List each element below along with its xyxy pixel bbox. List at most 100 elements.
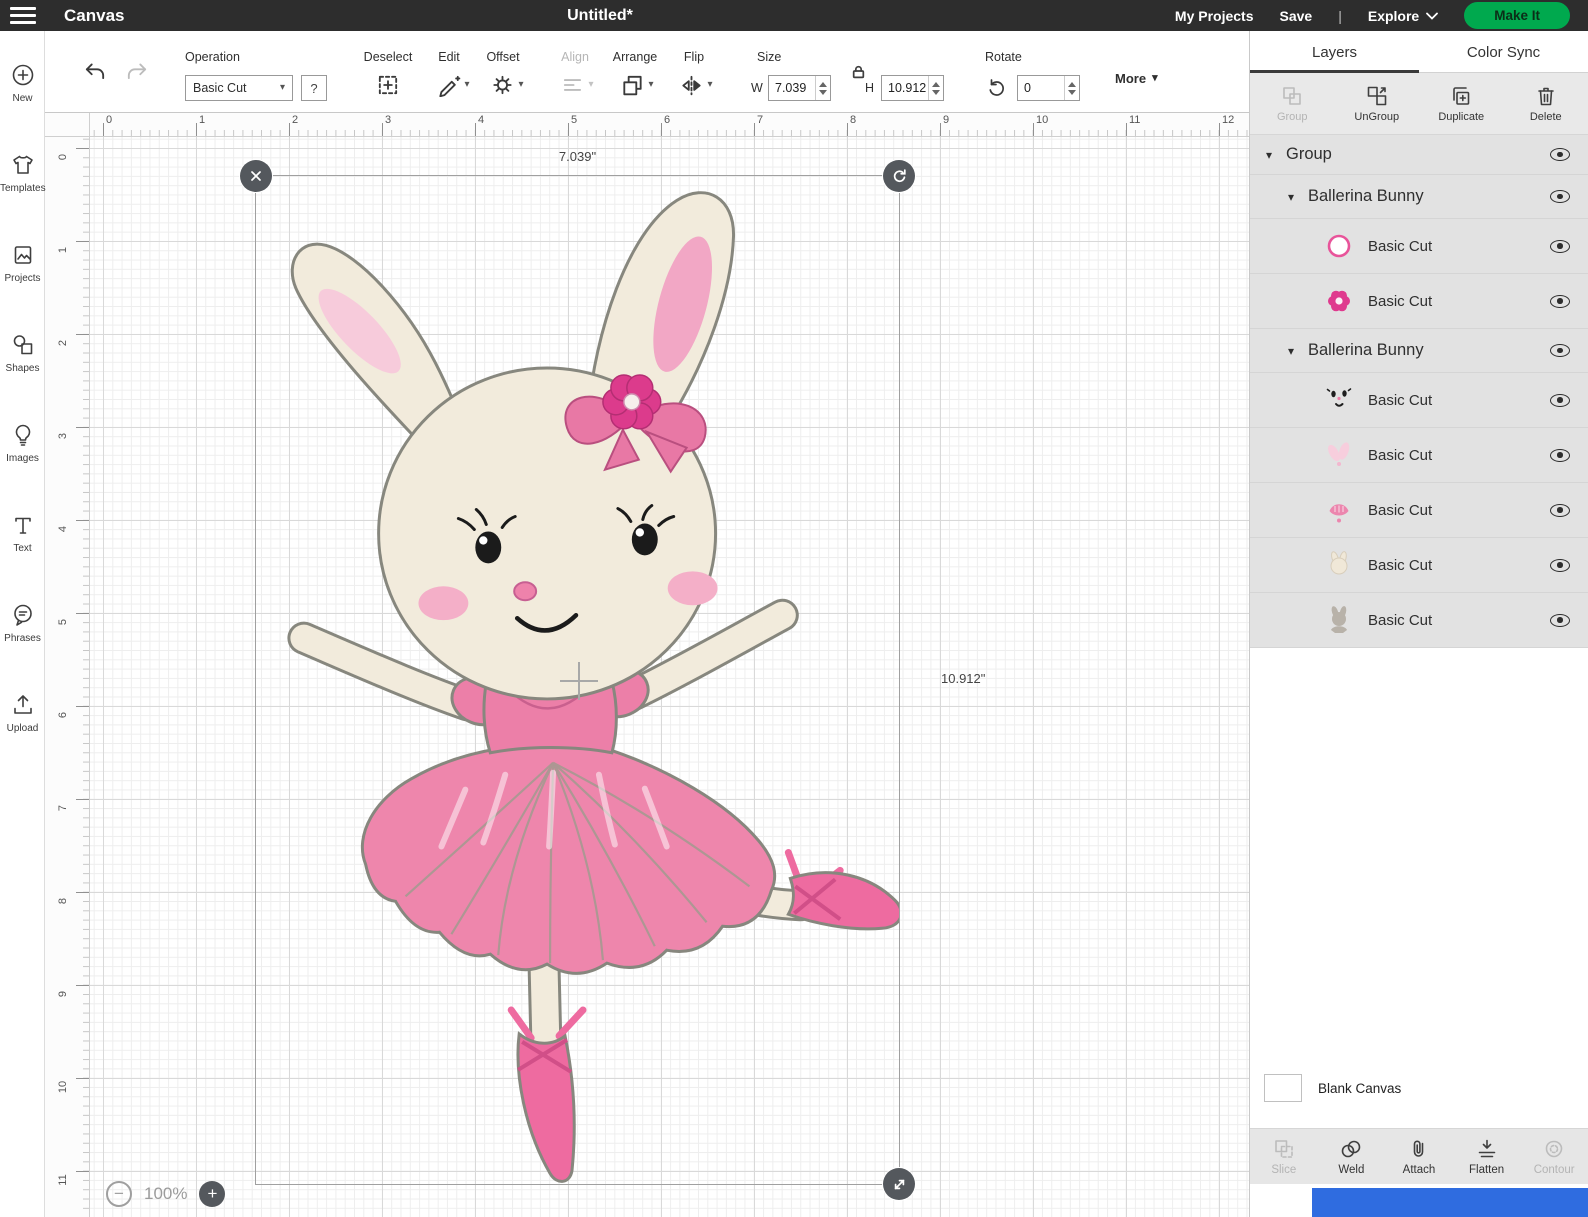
zoom-control: − 100% + (106, 1181, 226, 1207)
operation-select[interactable]: Basic Cut ▾ (185, 75, 293, 101)
align-button[interactable]: ▾ (560, 73, 594, 97)
ruler-label: 0 (106, 114, 113, 126)
make-it-button[interactable]: Make It (1464, 2, 1570, 29)
slice-button[interactable]: Slice (1255, 1137, 1313, 1176)
attach-button[interactable]: Attach (1390, 1137, 1448, 1176)
rotate-ccw-icon (989, 79, 1004, 96)
shapes-icon (13, 335, 32, 355)
operation-help-button[interactable]: ? (301, 75, 327, 101)
speech-bubble-icon (13, 604, 32, 626)
sidebar-item-new[interactable]: New (0, 62, 45, 104)
arrange-button[interactable]: ▾ (620, 73, 654, 97)
ruler-label: 6 (57, 711, 69, 719)
ungroup-icon (1367, 86, 1387, 106)
height-input[interactable] (882, 76, 928, 100)
deselect-button[interactable] (376, 73, 400, 97)
flip-button[interactable]: ▾ (679, 73, 713, 97)
layer-row-ballerina-bunny-2[interactable]: ▾ Ballerina Bunny (1250, 329, 1588, 373)
menu-icon[interactable] (0, 0, 46, 31)
rotate-input[interactable] (1018, 76, 1064, 100)
visibility-eye-icon[interactable] (1550, 448, 1570, 462)
height-stepper[interactable] (928, 76, 943, 100)
ruler-label: 11 (57, 1174, 69, 1186)
width-field (768, 75, 831, 101)
rotate-handle[interactable] (883, 160, 915, 192)
sidebar-item-text[interactable]: Text (0, 512, 45, 554)
visibility-eye-icon[interactable] (1550, 558, 1570, 572)
caret-expanded-icon[interactable]: ▾ (1266, 148, 1286, 162)
deselect-label: Deselect (363, 50, 413, 64)
visibility-eye-icon[interactable] (1550, 503, 1570, 517)
sidebar-item-templates[interactable]: Templates (0, 152, 46, 194)
contour-button[interactable]: Contour (1525, 1137, 1583, 1176)
offset-label: Offset (486, 50, 520, 64)
sidebar-item-images[interactable]: Images (0, 422, 45, 464)
sidebar-item-shapes[interactable]: Shapes (0, 332, 45, 374)
layer-row-basic-cut-dress[interactable]: Basic Cut (1250, 483, 1588, 538)
layer-row-basic-cut-face[interactable]: Basic Cut (1250, 373, 1588, 428)
zoom-out-button[interactable]: − (106, 1181, 132, 1207)
delete-button[interactable]: Delete (1514, 84, 1578, 123)
my-projects-link[interactable]: My Projects (1175, 8, 1254, 24)
visibility-eye-icon[interactable] (1550, 239, 1570, 253)
sidebar-item-upload[interactable]: Upload (0, 692, 45, 734)
selection-bounding-box[interactable]: 7.039" 10.912" (240, 149, 985, 1200)
duplicate-button[interactable]: Duplicate (1429, 84, 1493, 123)
canvas-color-swatch[interactable] (1264, 1074, 1302, 1102)
layer-row-group[interactable]: ▾ Group (1250, 135, 1588, 175)
group-button[interactable]: Group (1260, 84, 1324, 123)
chevron-down-icon: ▾ (648, 79, 654, 90)
weld-button[interactable]: Weld (1322, 1137, 1380, 1176)
layer-row-basic-cut-circle[interactable]: Basic Cut (1250, 219, 1588, 274)
zoom-in-button[interactable]: + (199, 1181, 226, 1207)
tab-layers[interactable]: Layers (1250, 31, 1419, 73)
edit-label: Edit (438, 50, 460, 64)
offset-sun-icon (493, 75, 512, 95)
more-button[interactable]: More ▾ (1115, 71, 1158, 86)
visibility-eye-icon[interactable] (1550, 190, 1570, 203)
layer-row-basic-cut-shadow[interactable]: Basic Cut (1250, 593, 1588, 648)
ruler-label: 1 (57, 246, 69, 254)
visibility-eye-icon[interactable] (1550, 344, 1570, 357)
ungroup-button[interactable]: UnGroup (1345, 84, 1409, 123)
width-stepper[interactable] (815, 76, 830, 100)
visibility-eye-icon[interactable] (1550, 148, 1570, 161)
save-link[interactable]: Save (1280, 8, 1313, 24)
chevron-down-icon: ▾ (1152, 72, 1158, 84)
visibility-eye-icon[interactable] (1550, 393, 1570, 407)
flatten-button[interactable]: Flatten (1458, 1137, 1516, 1176)
sidebar-item-projects[interactable]: Projects (0, 242, 45, 284)
caret-expanded-icon[interactable]: ▾ (1288, 344, 1308, 358)
size-lock-button[interactable] (851, 64, 866, 79)
sidebar-item-phrases[interactable]: Phrases (0, 602, 45, 644)
layer-row-basic-cut-flower[interactable]: Basic Cut (1250, 274, 1588, 329)
rotate-stepper[interactable] (1064, 76, 1079, 100)
layer-thumb-flower (1328, 290, 1350, 312)
group-icon (1283, 87, 1302, 105)
undo-button[interactable] (83, 59, 107, 83)
tab-color-sync[interactable]: Color Sync (1419, 31, 1588, 72)
visibility-eye-icon[interactable] (1550, 294, 1570, 308)
redo-button[interactable] (125, 59, 149, 83)
deselect-handle[interactable] (240, 160, 272, 192)
explore-menu[interactable]: Explore (1368, 8, 1439, 24)
rotate-button[interactable] (985, 76, 1007, 98)
horizontal-ruler: 0 1 2 3 4 5 6 7 8 9 10 11 12 (90, 113, 1249, 137)
width-input[interactable] (769, 76, 815, 100)
caret-expanded-icon[interactable]: ▾ (1288, 190, 1308, 204)
blank-canvas-row[interactable]: Blank Canvas (1250, 1065, 1588, 1111)
ruler-label: 11 (1129, 114, 1141, 126)
canvas-grid[interactable]: 7.039" 10.912" − 100% + (90, 137, 1249, 1217)
visibility-eye-icon[interactable] (1550, 613, 1570, 627)
ruler-label: 10 (57, 1080, 69, 1094)
ruler-label: 8 (57, 897, 69, 905)
layer-row-basic-cut-body[interactable]: Basic Cut (1250, 538, 1588, 593)
ruler-label: 6 (664, 114, 671, 126)
resize-handle[interactable] (883, 1168, 915, 1200)
layer-row-basic-cut-ears[interactable]: Basic Cut (1250, 428, 1588, 483)
bottom-right-accent[interactable] (1312, 1188, 1588, 1217)
width-label: W (751, 81, 763, 95)
edit-button[interactable]: ▾ (436, 73, 470, 97)
offset-button[interactable]: ▾ (490, 73, 524, 97)
layer-row-ballerina-bunny-1[interactable]: ▾ Ballerina Bunny (1250, 175, 1588, 219)
